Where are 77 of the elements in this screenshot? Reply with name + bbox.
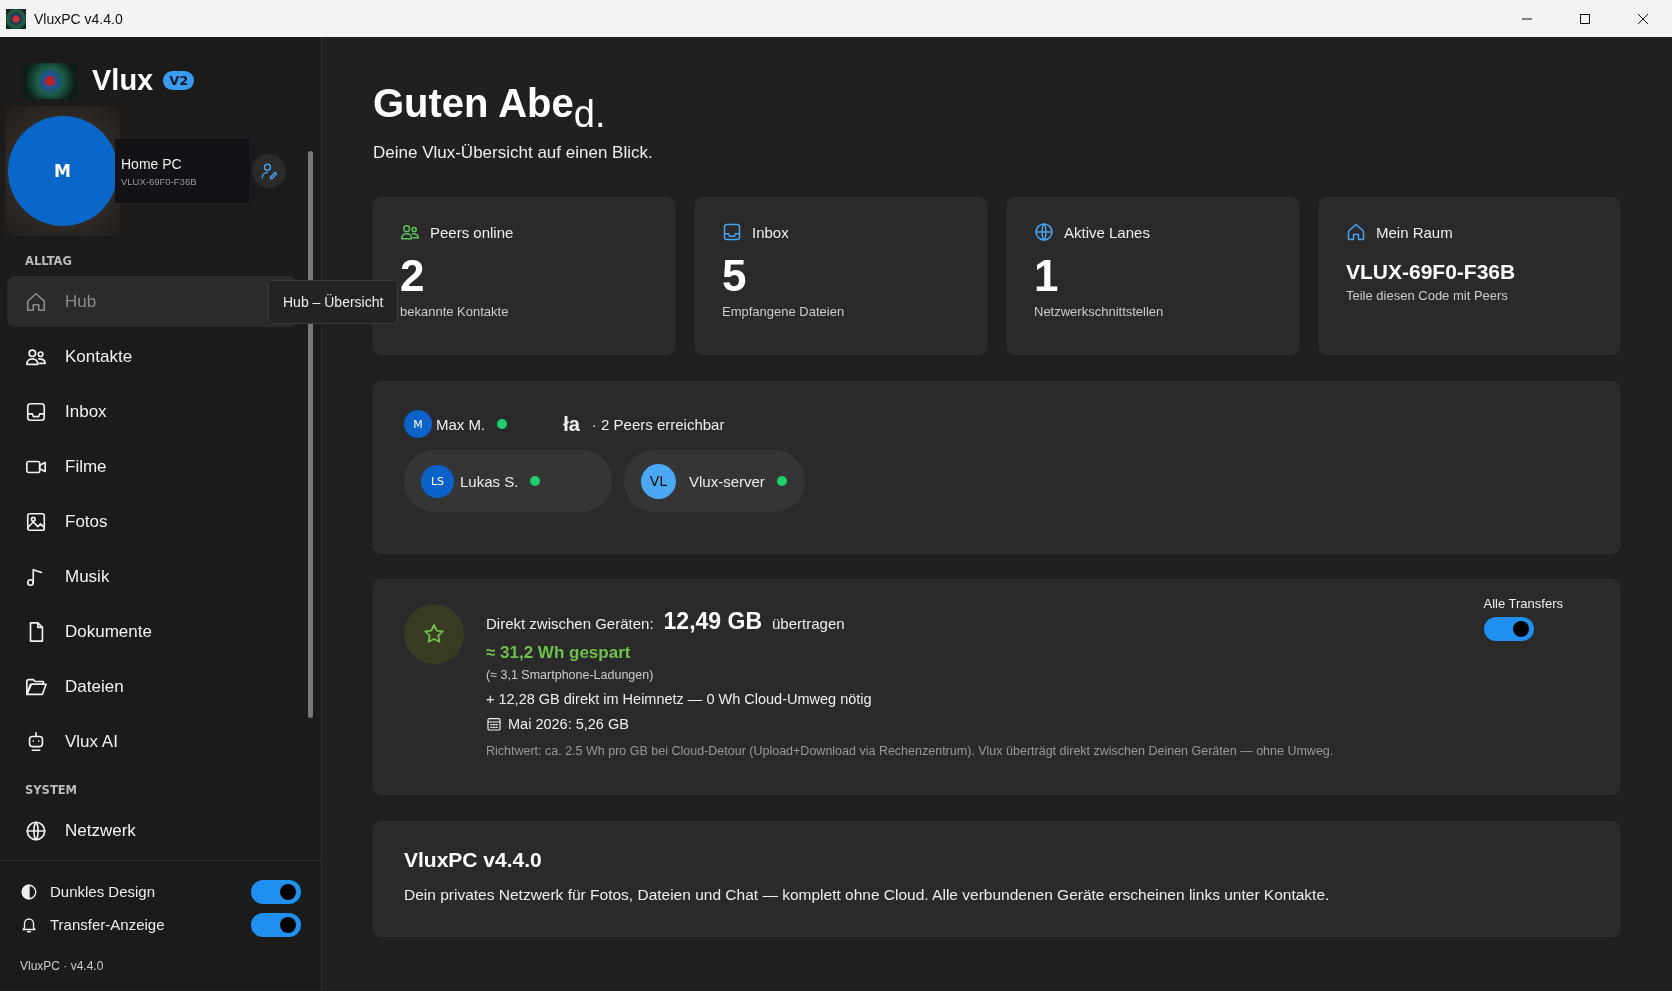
nav-item[interactable]: Inbox bbox=[7, 386, 297, 437]
globe-icon bbox=[25, 819, 47, 842]
scrollbar[interactable] bbox=[308, 151, 313, 718]
stat-caption: Empfangene Dateien bbox=[722, 304, 846, 320]
logo-image bbox=[22, 62, 78, 99]
stat-caption: bekannte Kontakte bbox=[400, 304, 510, 320]
setting-label: Transfer-Anzeige bbox=[50, 916, 165, 933]
edit-profile-button[interactable] bbox=[252, 154, 286, 188]
setting-label: Dunkles Design bbox=[50, 883, 156, 900]
nav-item[interactable]: Dateien bbox=[7, 661, 297, 712]
stat-value: 5 bbox=[722, 252, 748, 301]
version-text: VluxPC · v4.4.0 bbox=[20, 959, 105, 973]
stat-value: 1 bbox=[1034, 252, 1060, 301]
image-icon bbox=[25, 510, 47, 533]
peer-name: Max M. bbox=[436, 415, 486, 433]
toggle-label: Alle Transfers bbox=[1483, 596, 1563, 611]
transfer-label: Direkt zwischen Geräten: bbox=[486, 615, 654, 632]
globe-icon bbox=[1034, 222, 1054, 242]
maximize-icon bbox=[1579, 12, 1591, 25]
toggle-switch[interactable] bbox=[251, 879, 301, 904]
glitch-text: ła bbox=[563, 412, 580, 436]
brand-name: Vlux bbox=[92, 64, 154, 97]
star-icon bbox=[422, 622, 446, 646]
tooltip: Hub – Übersicht bbox=[268, 280, 399, 324]
home-icon bbox=[25, 290, 47, 313]
stat-label: Peers online bbox=[430, 223, 514, 241]
peer-name: Vlux-server bbox=[689, 472, 765, 490]
contrast-icon bbox=[20, 882, 38, 901]
peer-chip[interactable]: LS Lukas S. bbox=[404, 450, 612, 512]
calendar-icon bbox=[486, 716, 502, 732]
toggle-switch[interactable] bbox=[1483, 617, 1534, 641]
avatar: LS bbox=[421, 464, 454, 498]
device-code: VLUX-69F0-F36B bbox=[121, 175, 198, 187]
version-badge: V2 bbox=[163, 71, 195, 90]
nav-item[interactable]: Fotos bbox=[7, 496, 297, 547]
avatar: VL bbox=[641, 463, 676, 499]
nav-item[interactable]: Vlux AI bbox=[7, 716, 297, 767]
home-network-text: + 12,28 GB direkt im Heimnetz — 0 Wh Cloud-Umweg nötig bbox=[486, 691, 873, 707]
about-title: VluxPC v4.4.0 bbox=[404, 848, 543, 872]
peer-summary: · 2 Peers erreichbar bbox=[591, 415, 725, 433]
home-icon bbox=[1346, 222, 1366, 242]
month-stat: Mai 2026: 5,26 GB bbox=[508, 716, 629, 732]
user-edit-icon bbox=[260, 162, 278, 180]
inbox-icon bbox=[25, 400, 47, 423]
close-icon bbox=[1637, 12, 1649, 25]
stat-caption: Netzwerkschnittstellen bbox=[1034, 304, 1165, 320]
room-code: VLUX-69F0-F36B bbox=[1346, 260, 1517, 284]
peer-name: Lukas S. bbox=[460, 472, 519, 490]
stat-label: Inbox bbox=[752, 223, 789, 241]
transfer-amount: 12,49 GB bbox=[663, 608, 763, 635]
people-icon bbox=[400, 222, 420, 242]
stat-value: 2 bbox=[400, 252, 426, 301]
device-name: Home PC bbox=[121, 155, 183, 172]
avatar[interactable]: M bbox=[7, 116, 118, 226]
toggle-switch[interactable] bbox=[251, 912, 301, 937]
equivalent-text: (≈ 3,1 Smartphone-Ladungen) bbox=[486, 668, 655, 682]
section-label: SYSTEM bbox=[24, 782, 79, 799]
window-title: VluxPC v4.4.0 bbox=[34, 10, 123, 27]
nav-item[interactable]: Musik bbox=[7, 551, 297, 602]
section-label: ALLTAG bbox=[24, 253, 73, 270]
peer-chip[interactable]: VL Vlux-server bbox=[624, 450, 805, 512]
note-text: Richtwert: ca. 2.5 Wh pro GB bei Cloud-Detour (Upload+Download via Rechenzentrum). Vlux überträgt direkt zwischen Deinen Geräten — ohne Umweg. bbox=[486, 744, 1335, 758]
bell-icon bbox=[20, 915, 38, 934]
stat-label: Aktive Lanes bbox=[1064, 223, 1150, 241]
nav-item[interactable]: Kontakte bbox=[7, 331, 297, 382]
inbox-icon bbox=[722, 222, 742, 242]
nav-item[interactable]: Filme bbox=[7, 441, 297, 492]
avatar: M bbox=[404, 410, 432, 438]
nav-item[interactable]: Netzwerk bbox=[7, 805, 297, 856]
stat-label: Mein Raum bbox=[1376, 223, 1453, 241]
transfer-suffix: übertragen bbox=[772, 615, 845, 632]
about-text: Dein privates Netzwerk für Fotos, Dateien und Chat — komplett ohne Cloud. Alle verbundenen Geräte erscheinen links unter Kontakte. bbox=[404, 886, 1331, 904]
energy-saved: ≈ 31,2 Wh gespart bbox=[486, 643, 632, 663]
app-logo-icon bbox=[6, 8, 26, 29]
stat-caption: Teile diesen Code mit Peers bbox=[1346, 288, 1509, 303]
nav-item[interactable]: Dokumente bbox=[7, 606, 297, 657]
subtitle: Deine Vlux-Übersicht auf einen Blick. bbox=[373, 143, 654, 163]
